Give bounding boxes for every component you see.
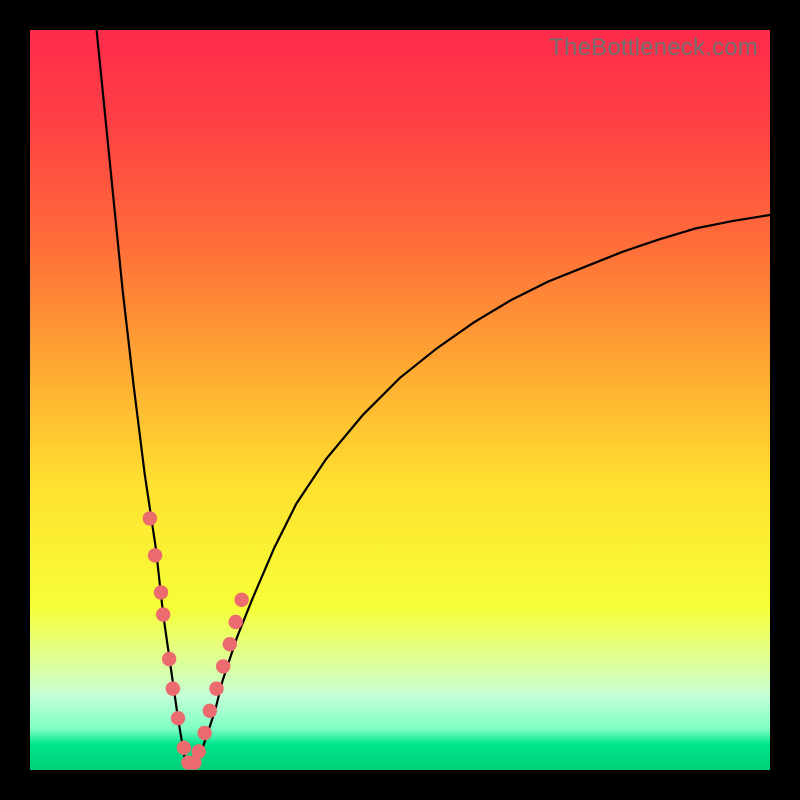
marker-dot bbox=[197, 726, 211, 740]
chart-frame: TheBottleneck.com bbox=[0, 0, 800, 800]
marker-dot bbox=[162, 652, 176, 666]
watermark-text: TheBottleneck.com bbox=[549, 34, 758, 62]
marker-dot bbox=[154, 585, 168, 599]
highlight-markers bbox=[143, 511, 249, 770]
marker-dot bbox=[209, 681, 223, 695]
marker-dot bbox=[192, 744, 206, 758]
marker-dot bbox=[229, 615, 243, 629]
marker-dot bbox=[166, 681, 180, 695]
plot-area: TheBottleneck.com bbox=[30, 30, 770, 770]
marker-dot bbox=[234, 593, 248, 607]
marker-dot bbox=[156, 607, 170, 621]
marker-dot bbox=[216, 659, 230, 673]
marker-dot bbox=[171, 711, 185, 725]
bottleneck-curve bbox=[97, 30, 770, 766]
marker-dot bbox=[148, 548, 162, 562]
curve-layer bbox=[30, 30, 770, 770]
marker-dot bbox=[223, 637, 237, 651]
marker-dot bbox=[203, 704, 217, 718]
marker-dot bbox=[143, 511, 157, 525]
marker-dot bbox=[177, 741, 191, 755]
